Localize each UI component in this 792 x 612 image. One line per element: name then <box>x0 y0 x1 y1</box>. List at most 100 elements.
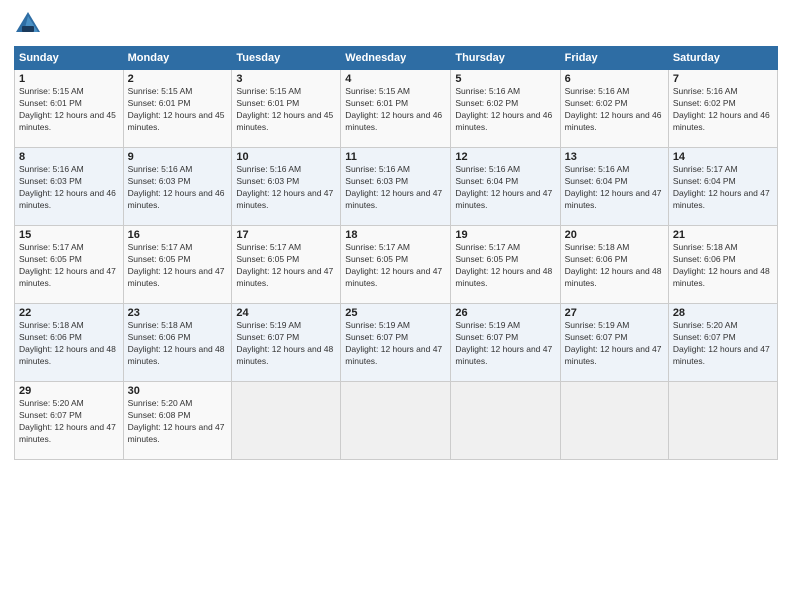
sunrise-text: Sunrise: 5:19 AM <box>565 320 664 332</box>
calendar-cell <box>451 382 560 460</box>
calendar-cell: 24 Sunrise: 5:19 AM Sunset: 6:07 PM Dayl… <box>232 304 341 382</box>
calendar-cell: 6 Sunrise: 5:16 AM Sunset: 6:02 PM Dayli… <box>560 70 668 148</box>
sunrise-text: Sunrise: 5:16 AM <box>345 164 446 176</box>
daylight-text: Daylight: 12 hours and 47 minutes. <box>345 188 446 212</box>
weekday-header: Monday <box>123 47 232 70</box>
sunrise-text: Sunrise: 5:19 AM <box>345 320 446 332</box>
daylight-text: Daylight: 12 hours and 47 minutes. <box>673 344 773 368</box>
sunrise-text: Sunrise: 5:18 AM <box>565 242 664 254</box>
sunrise-text: Sunrise: 5:16 AM <box>19 164 119 176</box>
logo-icon <box>14 10 42 38</box>
day-info: Sunrise: 5:17 AM Sunset: 6:05 PM Dayligh… <box>236 242 336 290</box>
day-number: 5 <box>455 73 555 85</box>
day-number: 23 <box>128 307 228 319</box>
calendar-cell: 9 Sunrise: 5:16 AM Sunset: 6:03 PM Dayli… <box>123 148 232 226</box>
daylight-text: Daylight: 12 hours and 46 minutes. <box>455 110 555 134</box>
sunset-text: Sunset: 6:06 PM <box>128 332 228 344</box>
sunrise-text: Sunrise: 5:15 AM <box>345 86 446 98</box>
sunset-text: Sunset: 6:03 PM <box>345 176 446 188</box>
calendar-cell: 5 Sunrise: 5:16 AM Sunset: 6:02 PM Dayli… <box>451 70 560 148</box>
daylight-text: Daylight: 12 hours and 48 minutes. <box>19 344 119 368</box>
day-number: 21 <box>673 229 773 241</box>
sunrise-text: Sunrise: 5:16 AM <box>673 86 773 98</box>
daylight-text: Daylight: 12 hours and 47 minutes. <box>236 266 336 290</box>
day-info: Sunrise: 5:19 AM Sunset: 6:07 PM Dayligh… <box>236 320 336 368</box>
day-info: Sunrise: 5:20 AM Sunset: 6:08 PM Dayligh… <box>128 398 228 446</box>
calendar-cell: 3 Sunrise: 5:15 AM Sunset: 6:01 PM Dayli… <box>232 70 341 148</box>
sunset-text: Sunset: 6:01 PM <box>19 98 119 110</box>
calendar-cell: 2 Sunrise: 5:15 AM Sunset: 6:01 PM Dayli… <box>123 70 232 148</box>
day-number: 19 <box>455 229 555 241</box>
day-number: 29 <box>19 385 119 397</box>
calendar-cell: 19 Sunrise: 5:17 AM Sunset: 6:05 PM Dayl… <box>451 226 560 304</box>
calendar-cell: 16 Sunrise: 5:17 AM Sunset: 6:05 PM Dayl… <box>123 226 232 304</box>
daylight-text: Daylight: 12 hours and 47 minutes. <box>455 188 555 212</box>
sunset-text: Sunset: 6:08 PM <box>128 410 228 422</box>
daylight-text: Daylight: 12 hours and 48 minutes. <box>673 266 773 290</box>
day-info: Sunrise: 5:17 AM Sunset: 6:05 PM Dayligh… <box>19 242 119 290</box>
sunset-text: Sunset: 6:06 PM <box>565 254 664 266</box>
sunset-text: Sunset: 6:05 PM <box>128 254 228 266</box>
day-info: Sunrise: 5:17 AM Sunset: 6:05 PM Dayligh… <box>345 242 446 290</box>
calendar-cell: 4 Sunrise: 5:15 AM Sunset: 6:01 PM Dayli… <box>341 70 451 148</box>
sunrise-text: Sunrise: 5:20 AM <box>128 398 228 410</box>
day-info: Sunrise: 5:16 AM Sunset: 6:03 PM Dayligh… <box>236 164 336 212</box>
page: SundayMondayTuesdayWednesdayThursdayFrid… <box>0 0 792 612</box>
day-number: 16 <box>128 229 228 241</box>
calendar-cell: 7 Sunrise: 5:16 AM Sunset: 6:02 PM Dayli… <box>668 70 777 148</box>
daylight-text: Daylight: 12 hours and 47 minutes. <box>19 422 119 446</box>
day-number: 15 <box>19 229 119 241</box>
day-number: 6 <box>565 73 664 85</box>
logo <box>14 10 46 38</box>
sunrise-text: Sunrise: 5:17 AM <box>236 242 336 254</box>
day-info: Sunrise: 5:18 AM Sunset: 6:06 PM Dayligh… <box>673 242 773 290</box>
day-number: 17 <box>236 229 336 241</box>
daylight-text: Daylight: 12 hours and 47 minutes. <box>673 188 773 212</box>
day-info: Sunrise: 5:16 AM Sunset: 6:04 PM Dayligh… <box>565 164 664 212</box>
day-info: Sunrise: 5:18 AM Sunset: 6:06 PM Dayligh… <box>128 320 228 368</box>
daylight-text: Daylight: 12 hours and 47 minutes. <box>236 188 336 212</box>
day-number: 9 <box>128 151 228 163</box>
day-info: Sunrise: 5:17 AM Sunset: 6:05 PM Dayligh… <box>455 242 555 290</box>
sunset-text: Sunset: 6:01 PM <box>236 98 336 110</box>
day-number: 14 <box>673 151 773 163</box>
sunrise-text: Sunrise: 5:19 AM <box>236 320 336 332</box>
header <box>14 10 778 38</box>
calendar-cell <box>341 382 451 460</box>
sunrise-text: Sunrise: 5:18 AM <box>128 320 228 332</box>
daylight-text: Daylight: 12 hours and 48 minutes. <box>128 344 228 368</box>
day-info: Sunrise: 5:19 AM Sunset: 6:07 PM Dayligh… <box>455 320 555 368</box>
calendar-cell: 15 Sunrise: 5:17 AM Sunset: 6:05 PM Dayl… <box>15 226 124 304</box>
calendar-cell: 20 Sunrise: 5:18 AM Sunset: 6:06 PM Dayl… <box>560 226 668 304</box>
day-number: 28 <box>673 307 773 319</box>
calendar-cell: 8 Sunrise: 5:16 AM Sunset: 6:03 PM Dayli… <box>15 148 124 226</box>
sunrise-text: Sunrise: 5:20 AM <box>673 320 773 332</box>
calendar-cell: 11 Sunrise: 5:16 AM Sunset: 6:03 PM Dayl… <box>341 148 451 226</box>
sunrise-text: Sunrise: 5:15 AM <box>236 86 336 98</box>
calendar-cell <box>560 382 668 460</box>
weekday-header: Tuesday <box>232 47 341 70</box>
sunset-text: Sunset: 6:07 PM <box>455 332 555 344</box>
daylight-text: Daylight: 12 hours and 46 minutes. <box>673 110 773 134</box>
calendar-cell <box>668 382 777 460</box>
sunrise-text: Sunrise: 5:19 AM <box>455 320 555 332</box>
sunset-text: Sunset: 6:04 PM <box>673 176 773 188</box>
day-info: Sunrise: 5:20 AM Sunset: 6:07 PM Dayligh… <box>19 398 119 446</box>
daylight-text: Daylight: 12 hours and 45 minutes. <box>19 110 119 134</box>
weekday-header: Thursday <box>451 47 560 70</box>
day-number: 3 <box>236 73 336 85</box>
day-number: 1 <box>19 73 119 85</box>
calendar-cell <box>232 382 341 460</box>
sunset-text: Sunset: 6:02 PM <box>673 98 773 110</box>
weekday-header: Friday <box>560 47 668 70</box>
sunrise-text: Sunrise: 5:18 AM <box>19 320 119 332</box>
sunset-text: Sunset: 6:07 PM <box>565 332 664 344</box>
calendar-cell: 1 Sunrise: 5:15 AM Sunset: 6:01 PM Dayli… <box>15 70 124 148</box>
sunset-text: Sunset: 6:04 PM <box>455 176 555 188</box>
daylight-text: Daylight: 12 hours and 48 minutes. <box>236 344 336 368</box>
calendar-cell: 17 Sunrise: 5:17 AM Sunset: 6:05 PM Dayl… <box>232 226 341 304</box>
daylight-text: Daylight: 12 hours and 45 minutes. <box>236 110 336 134</box>
sunrise-text: Sunrise: 5:17 AM <box>19 242 119 254</box>
day-info: Sunrise: 5:18 AM Sunset: 6:06 PM Dayligh… <box>19 320 119 368</box>
daylight-text: Daylight: 12 hours and 48 minutes. <box>565 266 664 290</box>
